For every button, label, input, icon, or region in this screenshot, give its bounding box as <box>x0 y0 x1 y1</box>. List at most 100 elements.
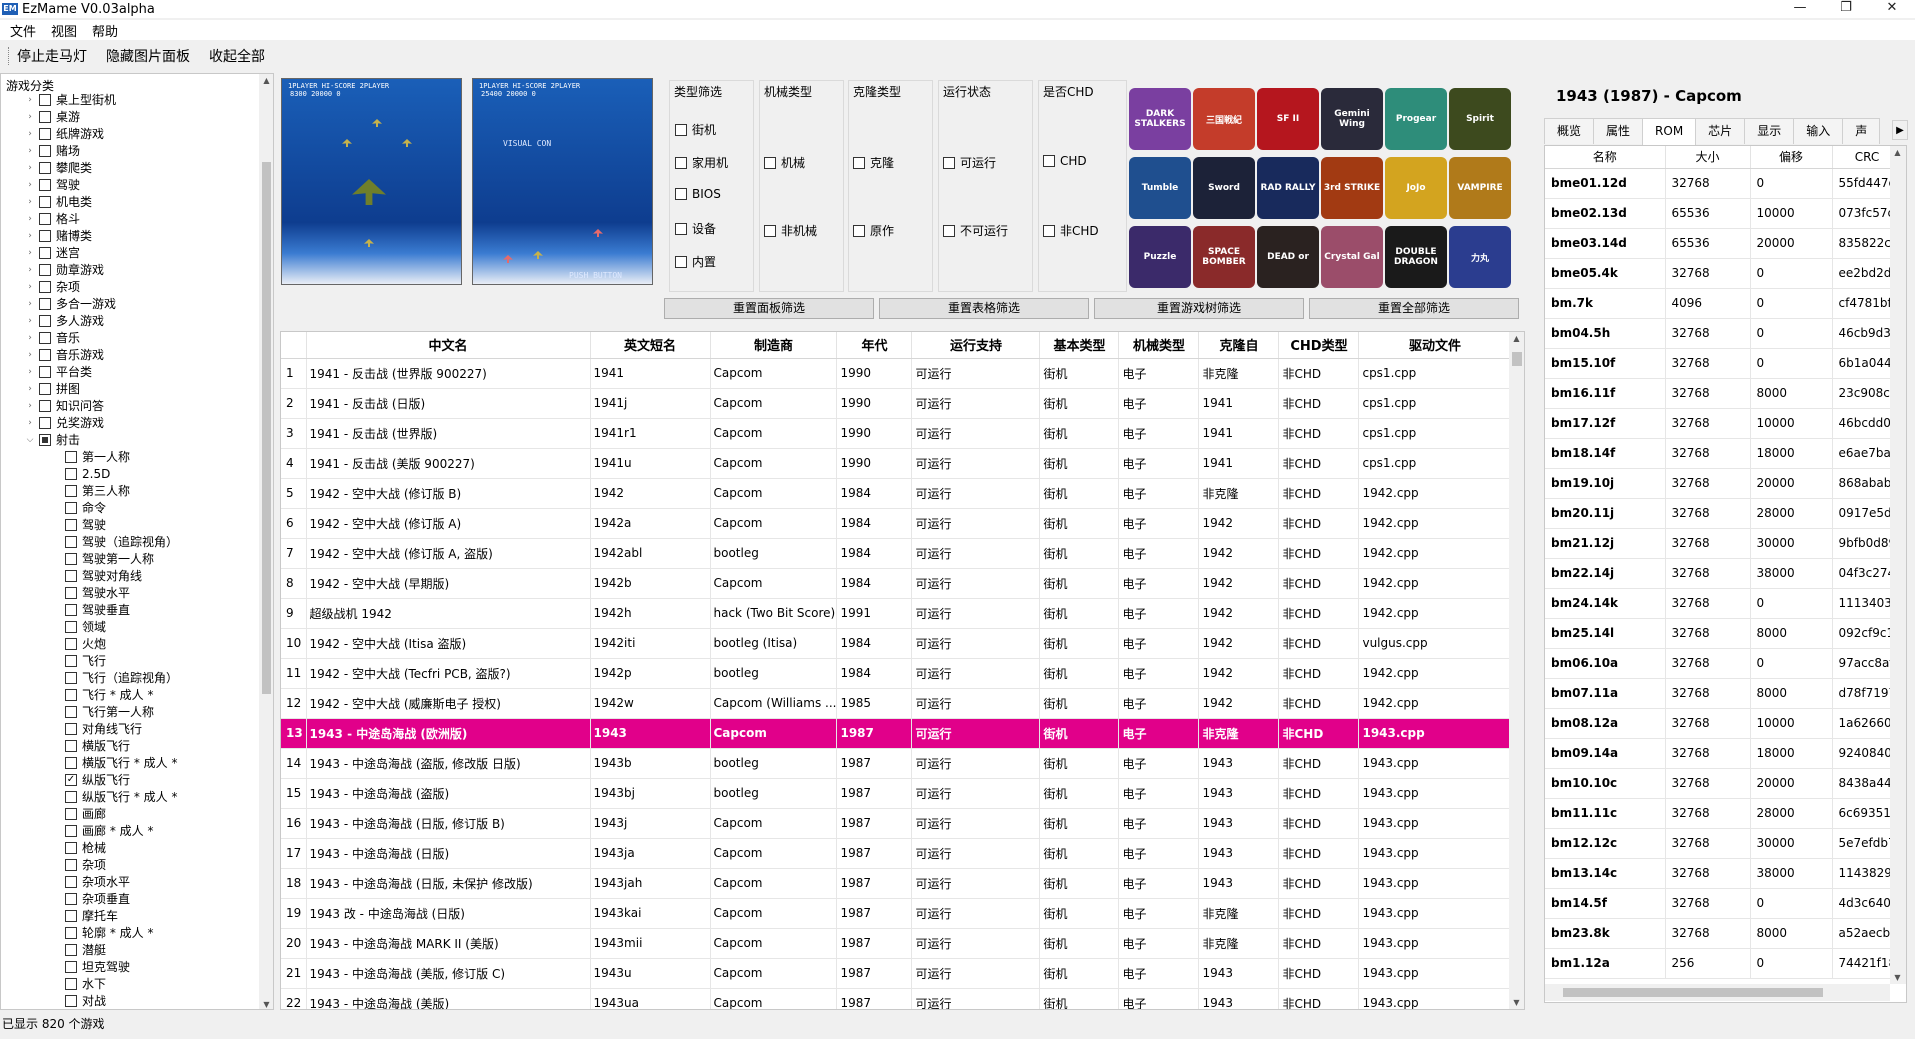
table-row[interactable]: 16 1943 - 中途岛海战 (日版, 修订版 B) 1943j Capcom 198… <box>281 808 1512 839</box>
scroll-down-icon[interactable]: ▼ <box>1509 998 1524 1007</box>
table-row[interactable]: bm15.10f 32768 0 6b1a0443 <box>1545 348 1903 379</box>
checkbox-icon[interactable] <box>39 263 51 276</box>
table-row[interactable]: 22 1943 - 中途岛海战 (美版) 1943ua Capcom 1987 可运行 街机… <box>281 988 1512 1009</box>
checkbox-icon[interactable] <box>853 156 865 169</box>
checkbox-icon[interactable] <box>65 552 77 565</box>
table-row[interactable]: bme03.14d 65536 20000 835822c2 <box>1545 228 1903 259</box>
checkbox-icon[interactable] <box>65 824 77 837</box>
chevron-right-icon[interactable]: › <box>25 231 35 241</box>
game-thumbnail[interactable]: 力丸 <box>1449 226 1511 288</box>
tree-scroll-thumb[interactable] <box>262 162 271 694</box>
table-row[interactable]: 7 1942 - 空中大战 (修订版 A, 盗版) 1942abl bootleg 19… <box>281 538 1512 569</box>
detail-tab[interactable]: 概览 <box>1544 118 1595 144</box>
checkbox-icon[interactable] <box>1043 155 1055 167</box>
reset-panel-filter-button[interactable]: 重置面板筛选 <box>664 298 874 319</box>
checkbox-icon[interactable] <box>65 620 77 633</box>
tree-subcategory[interactable]: 画廊 * 成人 * <box>65 822 153 839</box>
column-header[interactable]: CHD类型 <box>1278 332 1360 359</box>
tree-subcategory[interactable]: 轮廓 * 成人 * <box>65 924 153 941</box>
tree-subcategory[interactable]: 横版飞行 <box>65 737 130 754</box>
chevron-right-icon[interactable]: › <box>25 316 35 326</box>
rom-table-scrollbar[interactable]: ▲ ▼ <box>1890 146 1906 984</box>
checkbox-icon[interactable] <box>39 331 51 344</box>
tree-subcategory[interactable]: 领域 <box>65 618 106 635</box>
checkbox-icon[interactable] <box>853 224 865 237</box>
chevron-right-icon[interactable]: › <box>25 129 35 139</box>
maximize-button[interactable]: ❐ <box>1823 0 1869 18</box>
detail-tab[interactable]: 芯片 <box>1695 118 1746 144</box>
table-row[interactable]: 17 1943 - 中途岛海战 (日版) 1943ja Capcom 1987 可运行 街机… <box>281 838 1512 869</box>
checkbox-icon[interactable] <box>675 222 687 235</box>
table-row[interactable]: bm19.10j 32768 20000 868ababc <box>1545 468 1903 499</box>
column-header[interactable]: 制造商 <box>710 332 838 359</box>
minimize-button[interactable]: — <box>1777 0 1823 18</box>
tree-category[interactable]: › 多合一游戏 <box>25 295 116 312</box>
checkbox-icon[interactable] <box>943 156 955 169</box>
column-header[interactable]: 机械类型 <box>1118 332 1200 359</box>
tree-category[interactable]: › 机电类 <box>25 193 92 210</box>
detail-tab[interactable]: 属性 <box>1593 118 1644 144</box>
checkbox-icon[interactable] <box>65 450 77 463</box>
checkbox-icon[interactable] <box>39 110 51 123</box>
column-header[interactable]: 名称 <box>1545 146 1666 169</box>
checkbox-icon[interactable] <box>65 892 77 905</box>
checkbox-icon[interactable] <box>39 416 51 429</box>
rom-hscroll-thumb[interactable] <box>1563 988 1823 997</box>
chevron-right-icon[interactable]: › <box>25 95 35 105</box>
game-thumbnail[interactable]: Puzzle <box>1129 226 1191 288</box>
filter-bios[interactable]: BIOS <box>675 187 721 201</box>
table-row[interactable]: bm20.11j 32768 28000 0917e5d4 <box>1545 498 1903 529</box>
checkbox-icon[interactable] <box>65 943 77 956</box>
table-row[interactable]: 12 1942 - 空中大战 (威廉斯电子 授权) 1942w Capcom (Wil… <box>281 688 1512 719</box>
game-thumbnail[interactable]: SF II <box>1257 88 1319 150</box>
checkbox-icon[interactable] <box>39 382 51 395</box>
game-thumbnail[interactable]: DOUBLE DRAGON <box>1385 226 1447 288</box>
checkbox-icon[interactable] <box>39 280 51 293</box>
filter-arcade[interactable]: 街机 <box>675 121 716 138</box>
table-row[interactable]: bme01.12d 32768 0 55fd447e <box>1545 168 1903 199</box>
checkbox-icon[interactable] <box>65 926 77 939</box>
tree-subcategory[interactable]: 火炮 <box>65 635 106 652</box>
table-row[interactable]: bm25.14l 32768 8000 092cf9c1 <box>1545 618 1903 649</box>
table-row[interactable]: bm10.10c 32768 20000 8438a44a <box>1545 768 1903 799</box>
checkbox-icon[interactable] <box>39 93 51 106</box>
table-row[interactable]: bm22.14j 32768 38000 04f3c274 <box>1545 558 1903 589</box>
menu-file[interactable]: 文件 <box>4 21 45 40</box>
tree-category[interactable]: › 驾驶 <box>25 176 80 193</box>
table-row[interactable]: 14 1943 - 中途岛海战 (盗版, 修改版 日版) 1943b bootleg 1… <box>281 748 1512 779</box>
filter-mechanical[interactable]: 机械 <box>764 154 805 171</box>
tree-subcategory[interactable]: 杂项水平 <box>65 873 130 890</box>
checkbox-icon[interactable] <box>675 255 687 268</box>
game-thumbnail[interactable]: 三国戦紀 <box>1193 88 1255 150</box>
checkbox-icon[interactable] <box>675 156 687 169</box>
table-row[interactable]: bm23.8k 32768 8000 a52aecbd <box>1545 918 1903 949</box>
filter-original[interactable]: 原作 <box>853 222 894 239</box>
tree-category[interactable]: › 杂项 <box>25 278 80 295</box>
table-row[interactable]: bm06.10a 32768 0 97acc8af <box>1545 648 1903 679</box>
table-row[interactable]: 5 1942 - 空中大战 (修订版 B) 1942 Capcom 1984 可运行 街机电… <box>281 478 1512 509</box>
chevron-right-icon[interactable]: › <box>25 248 35 258</box>
checkbox-icon[interactable] <box>65 994 77 1007</box>
reset-all-filter-button[interactable]: 重置全部筛选 <box>1309 298 1519 319</box>
tree-category[interactable]: › 音乐游戏 <box>25 346 104 363</box>
checkbox-icon[interactable] <box>65 569 77 582</box>
chevron-right-icon[interactable]: › <box>25 401 35 411</box>
checkbox-icon[interactable] <box>39 127 51 140</box>
chevron-right-icon[interactable]: › <box>25 418 35 428</box>
checkbox-icon[interactable] <box>39 178 51 191</box>
toolbar-grip[interactable] <box>8 47 11 65</box>
checkbox-icon[interactable] <box>65 739 77 752</box>
tree-subcategory[interactable]: 潜艇 <box>65 941 106 958</box>
tree-subcategory[interactable]: 坦克驾驶 <box>65 958 130 975</box>
tree-subcategory[interactable]: 横版飞行 * 成人 * <box>65 754 177 771</box>
checkbox-icon[interactable] <box>943 224 955 237</box>
checkbox-icon[interactable] <box>65 654 77 667</box>
checkbox-icon[interactable] <box>39 212 51 225</box>
table-row[interactable]: bm11.11c 32768 28000 6c69351d <box>1545 798 1903 829</box>
filter-non-mechanical[interactable]: 非机械 <box>764 222 817 239</box>
table-row[interactable]: 4 1941 - 反击战 (美版 900227) 1941u Capcom 1990 可运… <box>281 448 1512 479</box>
tree-category[interactable]: › 勋章游戏 <box>25 261 104 278</box>
checkbox-icon[interactable] <box>65 756 77 769</box>
checkbox-icon[interactable] <box>65 875 77 888</box>
filter-non-chd[interactable]: 非CHD <box>1043 222 1099 239</box>
